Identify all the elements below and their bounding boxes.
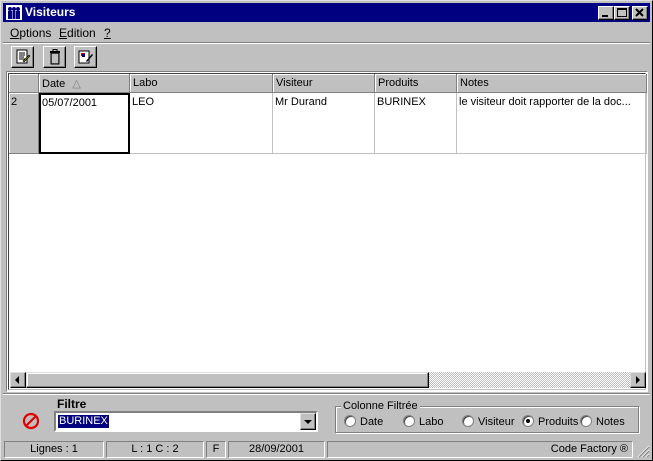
arrow-right-icon (636, 376, 640, 384)
minimize-button[interactable] (598, 6, 614, 20)
scroll-left-button[interactable] (10, 372, 26, 388)
maximize-button[interactable] (614, 6, 630, 20)
cell-notes[interactable]: le visiteur doit rapporter de la doc... (457, 93, 647, 154)
grid-body: Date △ Labo Visiteur Produits Notes 2 05… (8, 73, 647, 390)
column-header-notes[interactable]: Notes (457, 74, 647, 93)
group-title: Colonne Filtrée (341, 400, 420, 412)
window-title: Visiteurs (25, 5, 76, 19)
column-header-label: Visiteur (276, 77, 313, 89)
title-bar[interactable]: Visiteurs (3, 3, 650, 22)
delete-button[interactable] (43, 46, 66, 68)
scroll-thumb[interactable] (26, 372, 429, 388)
print-button[interactable] (74, 46, 97, 68)
column-header-labo[interactable]: Labo (130, 74, 273, 93)
radio-label: Produits (538, 416, 579, 428)
trash-icon (50, 49, 60, 65)
column-header-label: Produits (378, 77, 419, 89)
filter-combobox[interactable]: BURINEX (54, 411, 318, 432)
radio-visiteur[interactable]: Visiteur (462, 415, 514, 428)
filter-label: Filtre (57, 397, 87, 411)
menu-label: dition (67, 26, 96, 40)
status-filter-flag: F (206, 441, 226, 458)
radio-date[interactable]: Date (344, 415, 383, 428)
edit-icon (16, 49, 31, 64)
print-icon (78, 50, 93, 64)
scroll-right-button[interactable] (630, 372, 646, 388)
column-header-label: Notes (460, 77, 489, 89)
menu-edition[interactable]: Edition (59, 26, 96, 40)
app-window: Visiteurs Options Edition ? Date △ Labo … (0, 0, 653, 461)
filter-value[interactable]: BURINEX (58, 415, 109, 428)
data-grid[interactable]: Date △ Labo Visiteur Produits Notes 2 05… (6, 71, 648, 392)
radio-label: Notes (596, 416, 625, 428)
menu-help[interactable]: ? (104, 26, 111, 40)
horizontal-scrollbar[interactable] (10, 372, 646, 388)
status-date: 28/09/2001 (228, 441, 325, 458)
filter-dropdown-button[interactable] (300, 413, 316, 430)
menu-mnemonic: O (10, 26, 20, 40)
cell-produits[interactable]: BURINEX (375, 93, 457, 154)
filter-column-group: Colonne Filtrée Date Labo Visiteur Produ… (335, 400, 639, 433)
menu-bar: Options Edition ? (3, 24, 650, 42)
column-header-label: Labo (133, 77, 158, 89)
menu-label: ptions (19, 26, 52, 40)
chevron-down-icon (304, 420, 312, 424)
resize-grip-icon[interactable] (636, 444, 650, 458)
arrow-left-icon (15, 376, 19, 384)
radio-label: Labo (419, 416, 444, 428)
close-button[interactable] (632, 6, 648, 20)
grid-separator (3, 393, 650, 395)
menu-mnemonic: ? (104, 26, 111, 40)
menu-options[interactable]: Options (10, 26, 51, 40)
app-icon (6, 5, 22, 20)
radio-dot-selected[interactable] (522, 415, 534, 427)
maximize-icon (617, 8, 627, 17)
row-header[interactable]: 2 (9, 93, 39, 154)
close-icon (635, 8, 644, 17)
radio-notes[interactable]: Notes (580, 415, 625, 428)
cell-visiteur[interactable]: Mr Durand (273, 93, 375, 154)
radio-produits[interactable]: Produits (522, 415, 578, 428)
radio-dot[interactable] (403, 415, 415, 427)
menu-mnemonic: E (59, 26, 68, 40)
menu-separator (3, 42, 650, 44)
radio-dot[interactable] (462, 415, 474, 427)
radio-labo[interactable]: Labo (403, 415, 443, 428)
edit-button[interactable] (11, 46, 34, 68)
status-position: L : 1 C : 2 (106, 441, 204, 458)
radio-label: Date (360, 416, 384, 428)
column-header-date[interactable]: Date △ (39, 74, 130, 93)
status-copyright: Code Factory ® (327, 441, 633, 458)
radio-dot[interactable] (344, 415, 356, 427)
clear-filter-icon[interactable] (22, 412, 40, 430)
minimize-icon (602, 15, 608, 17)
sort-ascending-icon: △ (72, 78, 81, 90)
radio-dot[interactable] (580, 415, 592, 427)
column-header-visiteur[interactable]: Visiteur (273, 74, 375, 93)
cell-date[interactable]: 05/07/2001 (39, 93, 130, 154)
radio-label: Visiteur (478, 416, 515, 428)
cell-labo[interactable]: LEO (130, 93, 273, 154)
grid-corner[interactable] (9, 74, 39, 93)
column-header-produits[interactable]: Produits (375, 74, 457, 93)
column-header-label: Date (42, 78, 66, 90)
status-rows: Lignes : 1 (4, 441, 104, 458)
